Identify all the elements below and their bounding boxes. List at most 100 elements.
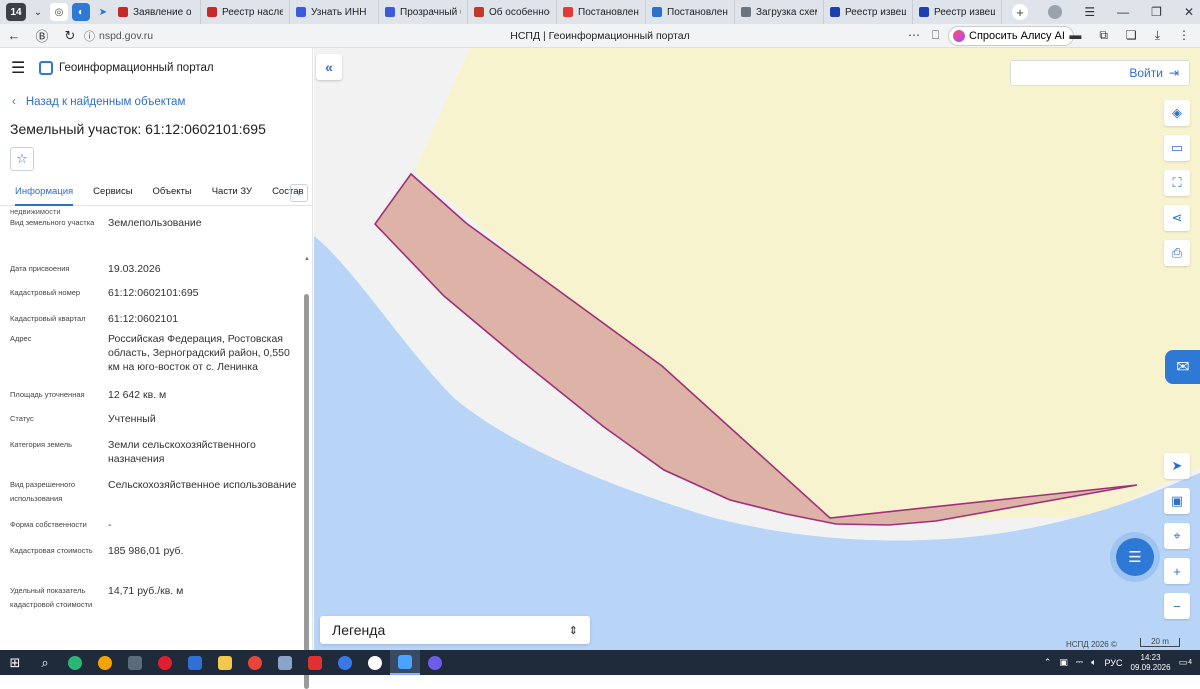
login-button[interactable]: Войти ⇥ xyxy=(1010,60,1190,86)
star-icon: ☆ xyxy=(16,151,28,166)
yandex-browser-active-icon[interactable] xyxy=(390,650,420,675)
favorite-star-button[interactable]: ☆ xyxy=(10,147,34,171)
reload-icon[interactable]: ↻ xyxy=(56,28,84,44)
search-point-button[interactable]: ⌖ xyxy=(1164,523,1190,549)
tab-list-chevron-icon[interactable]: ⌄ xyxy=(30,3,46,21)
chat-icon: ☰ xyxy=(1128,549,1142,566)
property-key: Вид земельного участка xyxy=(10,218,95,227)
portal-logo-icon xyxy=(39,61,53,75)
messenger-icon[interactable] xyxy=(360,650,390,675)
start-windows-icon[interactable]: ⊞ xyxy=(0,650,30,675)
downloads-icon[interactable]: ⤓ xyxy=(1155,28,1160,43)
legend-label: Легенда xyxy=(332,622,386,638)
expand-updown-icon: ⇕ xyxy=(568,624,578,637)
collections-icon[interactable]: ❏ xyxy=(1126,28,1137,43)
browser-tab[interactable]: Постановление xyxy=(646,0,735,24)
tab-favicon-icon xyxy=(563,7,573,17)
restore-icon[interactable]: ❐ xyxy=(1151,5,1162,19)
legend-dropdown[interactable]: Легенда ⇕ xyxy=(320,616,590,644)
chrome-icon[interactable] xyxy=(240,650,270,675)
tabs-next-chevron-icon[interactable]: › xyxy=(290,184,308,202)
yandex-b-icon[interactable]: Ⓑ xyxy=(28,26,56,45)
browser-tab[interactable]: Постановление xyxy=(557,0,646,24)
collapse-sidebar-button[interactable]: « xyxy=(316,54,342,80)
tab-label: Об особенност xyxy=(489,6,550,18)
paint-icon[interactable] xyxy=(90,650,120,675)
zoom-out-button[interactable]: − xyxy=(1164,593,1190,619)
property-key: Площадь уточненная xyxy=(10,390,85,399)
tab-services[interactable]: Сервисы xyxy=(93,182,132,206)
tab-parts[interactable]: Части ЗУ xyxy=(212,182,252,206)
tab-objects[interactable]: Объекты xyxy=(153,182,192,206)
browser-tab[interactable]: Узнать ИНН xyxy=(290,0,379,24)
extensions-icon[interactable]: ⧉ xyxy=(1099,28,1108,43)
browser-tab[interactable]: Реестр наследс xyxy=(201,0,290,24)
back-arrow-icon[interactable]: ← xyxy=(0,28,28,43)
print-tool-button[interactable]: ⎙ xyxy=(1164,240,1190,266)
share-tool-button[interactable]: ⋖ xyxy=(1164,205,1190,231)
minimize-icon[interactable]: — xyxy=(1117,5,1129,19)
browser-tab[interactable]: Заявление о пр xyxy=(112,0,201,24)
menu-icon[interactable]: ☰ xyxy=(1084,5,1095,19)
select-area-tool-button[interactable]: ⛶ xyxy=(1164,170,1190,196)
browser-menu-icon[interactable]: ⋮ xyxy=(1178,28,1190,43)
opera-icon[interactable] xyxy=(150,650,180,675)
pinned-tab-arrow-icon[interactable]: ➤ xyxy=(94,3,112,21)
document-app-icon[interactable] xyxy=(270,650,300,675)
browser-tab[interactable]: Реестр извещен xyxy=(913,0,1002,24)
search-icon[interactable]: ⌕ xyxy=(30,650,60,675)
tab-label: Реестр наследс xyxy=(222,6,283,18)
file-explorer-icon[interactable] xyxy=(210,650,240,675)
volume-icon[interactable]: 🔈︎ xyxy=(1091,657,1096,668)
sidebar-scrollbar[interactable] xyxy=(304,294,309,689)
tab-information[interactable]: Информация xyxy=(15,182,74,206)
tab-label: Реестр извещен xyxy=(845,6,906,18)
tab-favicon-icon xyxy=(207,7,217,17)
site-info-icon[interactable]: ⓘ xyxy=(84,28,95,44)
scroll-up-arrow-icon[interactable]: ▲ xyxy=(304,256,310,262)
network-icon[interactable]: ⎓ xyxy=(1076,657,1083,668)
yandex-app-icon[interactable] xyxy=(300,650,330,675)
tab-favicon-icon xyxy=(385,7,395,17)
reader-icon[interactable]: ▬ xyxy=(1069,28,1081,43)
layers-tool-button[interactable]: ◈ xyxy=(1164,100,1190,126)
measure-tool-button[interactable]: ▭ xyxy=(1164,135,1190,161)
browser-tab[interactable]: Загрузка схем р xyxy=(735,0,824,24)
object-title: Земельный участок: 61:12:0602101:695 xyxy=(10,121,266,137)
more-dots-icon[interactable]: ⋯ xyxy=(908,28,920,43)
tray-app-icon[interactable]: ▣ xyxy=(1059,657,1068,668)
clock[interactable]: 14:23 09.09.2026 xyxy=(1131,653,1171,673)
app-blue-icon[interactable] xyxy=(180,650,210,675)
tab-count-badge[interactable]: 14 xyxy=(6,3,26,21)
active-pinned-tab-icon[interactable]: ◐ xyxy=(72,3,90,21)
new-tab-button[interactable]: + xyxy=(1012,4,1028,20)
geolocation-button[interactable]: ➤ xyxy=(1164,453,1190,479)
hamburger-menu-icon[interactable]: ☰ xyxy=(11,58,31,78)
ask-alice-button[interactable]: Спросить Алису AI xyxy=(948,26,1074,46)
bookmark-icon[interactable]: ⎕ xyxy=(932,28,939,43)
back-to-results-link[interactable]: ‹ Назад к найденным объектам xyxy=(12,96,185,108)
pinned-tab-icon[interactable]: ◎ xyxy=(50,3,68,21)
property-key: Кадастровая стоимость xyxy=(10,546,93,555)
map-view[interactable]: « Войти ⇥ ◈ ▭ ⛶ ⋖ ⎙ ✉ ➤ ▣ ⌖ + − ☰ Легенд… xyxy=(314,48,1200,650)
feedback-side-tab[interactable]: ✉ xyxy=(1165,350,1200,384)
tray-chevron-icon[interactable]: ⌃ xyxy=(1044,657,1052,668)
calculator-icon[interactable] xyxy=(120,650,150,675)
yandex-browser-icon[interactable] xyxy=(330,650,360,675)
map-copyright: НСПД 2026 © xyxy=(1066,640,1117,649)
edge-browser-icon[interactable] xyxy=(60,650,90,675)
browser-tab[interactable]: Прозрачный би xyxy=(379,0,468,24)
zoom-in-button[interactable]: + xyxy=(1164,558,1190,584)
language-indicator[interactable]: РУС xyxy=(1105,658,1123,668)
notifications-icon[interactable]: ▭ 4 xyxy=(1179,657,1192,668)
profile-icon[interactable] xyxy=(1048,5,1063,19)
url-field[interactable]: nspd.gov.ru xyxy=(99,30,153,42)
address-bar: ← Ⓑ ↻ ⓘ nspd.gov.ru НСПД | Геоинформацио… xyxy=(0,24,1200,48)
scale-bar: 20 m xyxy=(1140,638,1180,647)
browser-tab[interactable]: Реестр извещен xyxy=(824,0,913,24)
close-icon[interactable]: ✕ xyxy=(1184,5,1194,19)
telemost-icon[interactable] xyxy=(420,650,450,675)
assistant-chat-button[interactable]: ☰ xyxy=(1116,538,1154,576)
browser-tab[interactable]: Об особенност xyxy=(468,0,557,24)
basemap-button[interactable]: ▣ xyxy=(1164,488,1190,514)
